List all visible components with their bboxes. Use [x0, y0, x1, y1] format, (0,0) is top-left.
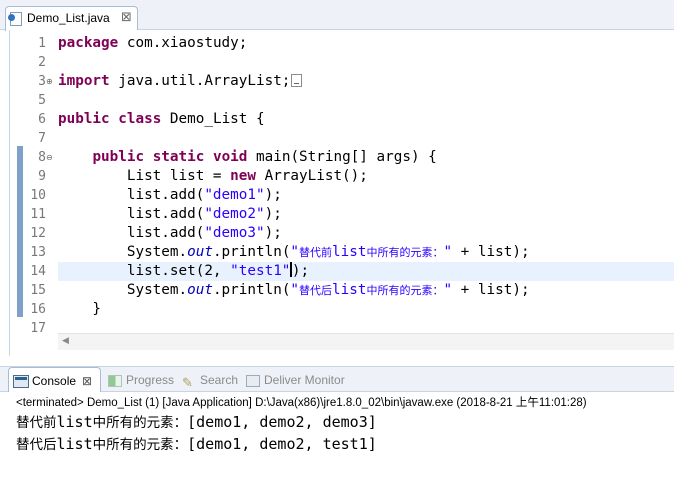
- close-icon[interactable]: ⊠: [82, 374, 92, 388]
- progress-icon: [108, 375, 122, 387]
- tab-search-label: Search: [200, 373, 239, 387]
- code-line[interactable]: [58, 53, 674, 72]
- code-line[interactable]: [58, 91, 674, 110]
- code-line[interactable]: package com.xiaostudy;: [58, 34, 674, 53]
- console-view[interactable]: <terminated> Demo_List (1) [Java Applica…: [0, 392, 674, 488]
- close-icon[interactable]: ⊠: [121, 10, 132, 26]
- line-number: 6: [38, 112, 46, 127]
- tab-console-label: Console: [32, 374, 77, 388]
- collapse-fold-icon[interactable]: ⊖: [46, 148, 53, 167]
- views-tab-bar: Console ⊠ Progress ✎ Search Deliver Monito…: [0, 366, 674, 394]
- line-number: 9: [38, 169, 46, 184]
- java-file-icon: [8, 12, 22, 26]
- code-line[interactable]: System.out.println("替代后list中所有的元素：" + li…: [58, 281, 674, 300]
- search-icon: ✎: [182, 375, 193, 390]
- code-editor[interactable]: 1 2 3 ⊕ 5 6 7 8 ⊖ 9 10 11 12 13 14 15 16…: [9, 30, 674, 356]
- code-line[interactable]: import java.util.ArrayList;: [58, 72, 674, 91]
- scroll-left-icon[interactable]: ◀: [62, 336, 69, 346]
- line-number: 17: [30, 321, 46, 336]
- code-line[interactable]: System.out.println("替代前list中所有的元素：" + li…: [58, 243, 674, 262]
- editor-tab-demo-list[interactable]: Demo_List.java ⊠: [5, 6, 138, 31]
- text-cursor: [290, 262, 292, 277]
- tab-deliver-monitor[interactable]: Deliver Monitor: [246, 367, 345, 393]
- code-line[interactable]: public static void main(String[] args) {: [58, 148, 674, 167]
- line-number: 16: [30, 302, 46, 317]
- line-number: 13: [30, 245, 46, 260]
- line-number: 8: [38, 150, 46, 165]
- line-number: 12: [30, 226, 46, 241]
- line-number: 10: [30, 188, 46, 203]
- line-number: 11: [30, 207, 46, 222]
- console-status: <terminated> Demo_List (1) [Java Applica…: [16, 397, 587, 409]
- line-number: 5: [38, 93, 46, 108]
- code-line[interactable]: public class Demo_List {: [58, 110, 674, 129]
- expand-fold-icon[interactable]: ⊕: [46, 72, 53, 91]
- console-icon: [13, 375, 29, 388]
- console-output-line: 替代前list中所有的元素：[demo1, demo2, demo3]: [16, 413, 377, 431]
- tab-deliver-monitor-label: Deliver Monitor: [264, 373, 345, 387]
- code-line[interactable]: list.add("demo2");: [58, 205, 674, 224]
- editor-tab-bar: Demo_List.java ⊠: [0, 0, 674, 31]
- line-number: 15: [30, 283, 46, 298]
- folded-imports-icon[interactable]: [291, 74, 303, 87]
- tab-search[interactable]: ✎ Search: [182, 367, 238, 393]
- line-number: 2: [38, 55, 46, 70]
- editor-tab-label: Demo_List.java: [27, 11, 110, 25]
- code-line[interactable]: }: [58, 300, 674, 319]
- line-number-gutter: 1 2 3 ⊕ 5 6 7 8 ⊖ 9 10 11 12 13 14 15 16…: [10, 30, 58, 356]
- tab-progress[interactable]: Progress: [108, 367, 174, 393]
- code-line[interactable]: List list = new ArrayList();: [58, 167, 674, 186]
- code-line[interactable]: [58, 129, 674, 148]
- line-number: 3: [38, 74, 46, 89]
- code-line[interactable]: list.set(2, "test1");: [58, 262, 674, 281]
- line-number: 7: [38, 131, 46, 146]
- console-output-line: 替代后list中所有的元素：[demo1, demo2, test1]: [16, 435, 377, 453]
- tab-console[interactable]: Console ⊠: [8, 367, 101, 394]
- horizontal-scrollbar[interactable]: ◀: [58, 333, 674, 350]
- code-line[interactable]: list.add("demo1");: [58, 186, 674, 205]
- line-number: 14: [30, 264, 46, 279]
- line-number: 1: [38, 36, 46, 51]
- code-line[interactable]: list.add("demo3");: [58, 224, 674, 243]
- tab-progress-label: Progress: [126, 373, 175, 387]
- monitor-icon: [246, 375, 260, 387]
